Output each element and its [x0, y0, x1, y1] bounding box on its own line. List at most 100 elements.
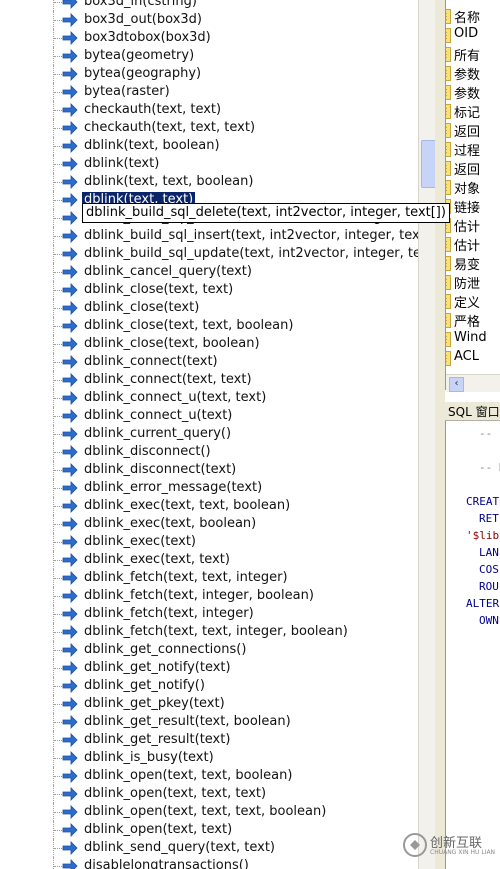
function-icon [62, 805, 78, 819]
sql-window-body[interactable]: -- Fu -- DR CREAT RET '$lib LAN COS ROU ALTER OWN [445, 421, 500, 869]
tree-item[interactable]: dblink_connect_u(text) [0, 407, 418, 425]
tree-item[interactable]: dblink_current_query() [0, 425, 418, 443]
tree-item[interactable]: bytea(geography) [0, 65, 418, 83]
function-icon [62, 859, 78, 869]
tree-item[interactable]: dblink_open(text, text, text, boolean) [0, 803, 418, 821]
tree-item[interactable]: dblink(text) [0, 155, 418, 173]
tree-item[interactable]: dblink_close(text, boolean) [0, 335, 418, 353]
function-tree[interactable]: box3d_in(cstring) box3d_out(box3d) box3dto… [0, 0, 418, 869]
tree-item[interactable]: dblink_close(text) [0, 299, 418, 317]
tree-item-label: dblink_open(text, text) [84, 822, 233, 837]
tree-item[interactable]: dblink_close(text, text) [0, 281, 418, 299]
property-row[interactable]: Wind [446, 329, 487, 348]
tree-item[interactable]: dblink_fetch(text, text, integer, boolea… [0, 623, 418, 641]
tree-item[interactable]: bytea(raster) [0, 83, 418, 101]
tree-item[interactable]: dblink_get_notify(text) [0, 659, 418, 677]
tree-item[interactable]: dblink(text, boolean) [0, 137, 418, 155]
sql-line: -- DR [479, 461, 500, 474]
property-row[interactable]: 定义 [446, 291, 485, 311]
property-row[interactable]: 估计 [446, 234, 485, 254]
tree-item-label: dblink_get_result(text, boolean) [84, 714, 291, 729]
tree-item[interactable]: dblink_error_message(text) [0, 479, 418, 497]
tree-item[interactable]: dblink_exec(text, boolean) [0, 515, 418, 533]
tree-item[interactable]: dblink_connect_u(text, text) [0, 389, 418, 407]
property-row[interactable]: 返回 [446, 158, 485, 178]
tree-item[interactable]: dblink_get_notify() [0, 677, 418, 695]
logo-icon [403, 833, 427, 857]
property-row[interactable]: ACL [446, 348, 485, 367]
property-row[interactable]: 估计 [446, 215, 485, 235]
scroll-left-arrow-icon[interactable]: ‹ [449, 377, 464, 392]
tree-item[interactable]: dblink_build_sql_insert(text, int2vector… [0, 227, 418, 245]
tree-item[interactable]: dblink_get_connections() [0, 641, 418, 659]
sql-line: OWN [479, 614, 499, 627]
property-row[interactable]: 严格 [446, 310, 485, 330]
tree-item[interactable]: dblink_open(text, text, text) [0, 785, 418, 803]
tree-item[interactable]: dblink_open(text, text, boolean) [0, 767, 418, 785]
property-row[interactable]: 链接 [446, 196, 485, 216]
property-row[interactable]: 标记 [446, 101, 485, 121]
tree-item[interactable]: dblink_is_busy(text) [0, 749, 418, 767]
property-label: 易变 [454, 258, 481, 273]
tree-item-label: bytea(geography) [84, 66, 202, 81]
tree-item[interactable]: dblink_exec(text, text, boolean) [0, 497, 418, 515]
tree-item-label: dblink_build_sql_insert(text, int2vector… [84, 228, 418, 243]
tree-item-label: bytea(raster) [84, 84, 170, 99]
function-icon [62, 823, 78, 837]
tree-item-label: dblink_send_query(text, text) [84, 840, 276, 855]
tree-item[interactable]: dblink_build_sql_update(text, int2vector… [0, 245, 418, 263]
function-icon [62, 67, 78, 81]
property-row[interactable]: 所有 [446, 44, 485, 64]
tree-item[interactable]: box3dtobox(box3d) [0, 29, 418, 47]
property-label: 返回 [454, 125, 481, 140]
tree-item-label: dblink_exec(text, boolean) [84, 516, 257, 531]
tree-item[interactable]: checkauth(text, text, text) [0, 119, 418, 137]
tree-item[interactable]: disablelongtransactions() [0, 857, 418, 869]
tree-item[interactable]: dblink_get_result(text) [0, 731, 418, 749]
function-icon [62, 193, 78, 207]
property-row[interactable]: 名称 [446, 6, 485, 26]
tree-item[interactable]: checkauth(text, text) [0, 101, 418, 119]
tree-item[interactable]: dblink_exec(text) [0, 533, 418, 551]
property-row[interactable]: 过程 [446, 139, 485, 159]
watermark-subtext: CHUANG XIN HU LIAN [430, 849, 496, 856]
tree-item[interactable]: dblink(text, text, boolean) [0, 173, 418, 191]
sql-line: CREAT [466, 495, 500, 508]
tree-item[interactable]: dblink_open(text, text) [0, 821, 418, 839]
property-row[interactable]: 对象 [446, 177, 485, 197]
property-row[interactable]: 参数 [446, 63, 485, 83]
property-row[interactable]: 易变 [446, 253, 485, 273]
tree-item-label: dblink_exec(text, text, boolean) [84, 498, 291, 513]
tree-item[interactable]: dblink_fetch(text, integer, boolean) [0, 587, 418, 605]
tree-item[interactable]: dblink_disconnect() [0, 443, 418, 461]
property-row[interactable]: OID [446, 25, 485, 44]
tree-item[interactable]: dblink_close(text, text, boolean) [0, 317, 418, 335]
tree-item[interactable]: dblink_cancel_query(text) [0, 263, 418, 281]
tree-item[interactable]: dblink_connect(text, text) [0, 371, 418, 389]
property-row[interactable]: 参数 [446, 82, 485, 102]
function-icon [62, 0, 78, 9]
tree-item[interactable]: box3d_out(box3d) [0, 11, 418, 29]
sql-window-header: SQL 窗口 [445, 402, 500, 421]
tree-item[interactable]: dblink_send_query(text, text) [0, 839, 418, 857]
tree-vertical-scrollbar[interactable] [418, 0, 436, 869]
tree-item[interactable]: box3d_in(cstring) [0, 0, 418, 11]
function-icon [62, 661, 78, 675]
tree-item[interactable]: dblink_connect(text) [0, 353, 418, 371]
property-label: OID [454, 26, 479, 41]
tree-item[interactable]: dblink_fetch(text, text, integer) [0, 569, 418, 587]
function-icon [62, 265, 78, 279]
property-row[interactable]: 返回 [446, 120, 485, 140]
tree-item[interactable]: dblink_exec(text, text) [0, 551, 418, 569]
splitter[interactable] [435, 0, 445, 869]
property-icon [446, 123, 451, 138]
property-row[interactable]: 防泄 [446, 272, 485, 292]
properties-horizontal-scrollbar[interactable]: ‹ [446, 374, 500, 392]
tree-item[interactable]: dblink_get_pkey(text) [0, 695, 418, 713]
scrollbar-thumb[interactable] [421, 140, 436, 188]
tree-item[interactable]: dblink_disconnect(text) [0, 461, 418, 479]
tree-item[interactable]: dblink_get_result(text, boolean) [0, 713, 418, 731]
tree-item[interactable]: bytea(geometry) [0, 47, 418, 65]
tree-item-label: dblink_error_message(text) [84, 480, 263, 495]
tree-item[interactable]: dblink_fetch(text, integer) [0, 605, 418, 623]
